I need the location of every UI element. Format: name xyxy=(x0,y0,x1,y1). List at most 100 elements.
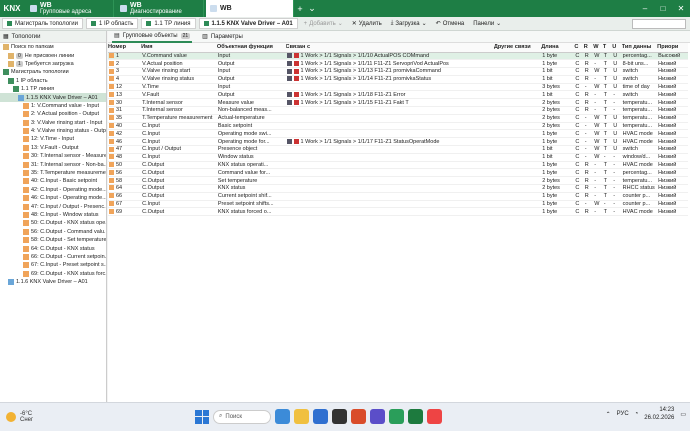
tree-item[interactable]: 1 Требуется загрузка xyxy=(0,60,106,68)
tree-item[interactable]: 1.1.6 KNX Valve Driver – A01 xyxy=(0,278,106,286)
breadcrumb-topology[interactable]: Магистраль топологии xyxy=(2,18,83,29)
app-icon-5[interactable] xyxy=(370,409,385,424)
maximize-icon[interactable]: □ xyxy=(654,0,672,17)
wifi-icon[interactable]: ◔ xyxy=(635,411,639,417)
table-row[interactable]: 66 C.Output Current setpoint shif... 1 byte… xyxy=(108,192,688,201)
breadcrumb-device[interactable]: 1.1.5 KNX Valve Driver – A01 xyxy=(198,18,298,29)
column-header[interactable]: Длина xyxy=(541,43,575,53)
tab-diagnostics[interactable]: WB Диагностирование xyxy=(116,0,204,17)
tree-item[interactable]: 47: C.Input / Output - Presenc... xyxy=(0,202,106,210)
tree-item[interactable]: 50: C.Output - KNX status ope... xyxy=(0,219,106,227)
table-row[interactable]: 64 C.Output KNX status 2 bytes C R - T - RHCC sta… xyxy=(108,184,688,193)
new-tab-icon[interactable]: + xyxy=(294,0,306,17)
column-header[interactable]: Другие связи xyxy=(493,43,542,53)
close-icon[interactable]: ✕ xyxy=(672,0,690,17)
tree-item[interactable]: 56: C.Output - Command valu... xyxy=(0,228,106,236)
tree-item[interactable]: 64: C.Output - KNX status xyxy=(0,244,106,252)
tree-item[interactable]: 69: C.Output - KNX status forc... xyxy=(0,270,106,278)
tree-item[interactable]: 67: C.Input - Preset setpoint s... xyxy=(0,261,106,269)
breadcrumb-line[interactable]: 1.1 ТР линия xyxy=(141,18,196,29)
column-header[interactable]: Объектная функция xyxy=(216,43,286,53)
column-header[interactable]: Тип данны xyxy=(621,43,658,53)
table-row[interactable]: 47 C.Input / Output Presence object 1 bit C -… xyxy=(108,145,688,154)
app-icon-4[interactable] xyxy=(351,409,366,424)
table-row[interactable]: 35 T.Temperature measurement Actual-temper… xyxy=(108,114,688,123)
chevron-up-icon[interactable]: ⌃ xyxy=(606,411,611,418)
column-header[interactable]: T xyxy=(602,43,613,53)
table-row[interactable]: 50 C.Output KNX status operati... 1 byte C R -… xyxy=(108,161,688,170)
tree-item[interactable]: 31: T.Internal sensor - Non-ba... xyxy=(0,160,106,168)
tree-item[interactable]: 0 Не присвоен линии xyxy=(0,51,106,59)
tree-item[interactable]: Поиск по папкам xyxy=(0,43,106,51)
app-icon-1[interactable] xyxy=(275,409,290,424)
tree-item[interactable]: 1.1 ТР линия xyxy=(0,85,106,93)
tree-item[interactable]: 66: C.Output - Current setpoin... xyxy=(0,253,106,261)
chevron-down-icon[interactable]: ⌄ xyxy=(306,0,318,17)
app-icon-2[interactable] xyxy=(313,409,328,424)
table-row[interactable]: 31 T.Internal sensor Non-balanced meas... 2… xyxy=(108,106,688,115)
taskbar-search[interactable]: ⌕ Поиск xyxy=(213,409,271,424)
column-header[interactable]: W xyxy=(593,43,603,53)
table-row[interactable]: 48 C.Input Window status 1 bit C - W - - window/d… xyxy=(108,153,688,162)
table-row[interactable]: 12 V.Time Input 3 bytes C - W T Utime of day Низк… xyxy=(108,83,688,92)
tree-item[interactable]: 13: V.Fault - Output xyxy=(0,144,106,152)
add-button[interactable]: + Добавить ⌄ xyxy=(301,20,346,28)
tree-item[interactable]: 2: V.Actual position - Output xyxy=(0,110,106,118)
column-header[interactable]: Связан с xyxy=(285,43,494,53)
column-header[interactable]: Номер xyxy=(108,43,142,53)
clock[interactable]: 14:23 26.02.2026 xyxy=(644,406,674,422)
table-row[interactable]: 56 C.Output Command value for... 1 byte C R - T… xyxy=(108,168,688,178)
table-row[interactable]: 2 V.Actual position Output 1 Work > 1/1 Sig… xyxy=(108,59,688,69)
delete-button[interactable]: ✕ Удалить xyxy=(349,20,385,28)
tree-item[interactable]: 3: V.Valve rinsing start - Input xyxy=(0,119,106,127)
tree-item[interactable]: 42: C.Input - Operating mode... xyxy=(0,186,106,194)
app-icon-6[interactable] xyxy=(389,409,404,424)
knx-app-icon[interactable] xyxy=(408,409,423,424)
explorer-icon[interactable] xyxy=(294,409,309,424)
tree-item[interactable]: 58: C.Output - Set temperature xyxy=(0,236,106,244)
weather-widget[interactable]: -6°C Снег xyxy=(0,411,33,423)
tab-group-objects[interactable]: ▤ Групповые объекты 21 xyxy=(112,31,193,43)
app-icon-7[interactable] xyxy=(427,409,442,424)
column-header[interactable]: Имя xyxy=(141,43,217,53)
table-row[interactable]: 30 T.Internal sensor Measure value 1 Work >… xyxy=(108,98,688,108)
tab-parameters[interactable]: ▥ Параметры xyxy=(200,31,245,43)
breadcrumb-area[interactable]: 1 IP область xyxy=(85,18,139,29)
table-row[interactable]: 42 C.Input Operating mode swi... 1 byte C - W T… xyxy=(108,129,688,139)
start-button[interactable] xyxy=(195,409,209,424)
table-row[interactable]: 58 C.Output Set temperature 2 bytes C R - T - tem… xyxy=(108,176,688,186)
table-row[interactable]: 69 C.Output KNX status forced o... 1 byte C R… xyxy=(108,207,688,217)
tree-item[interactable]: 1: V.Command value - Input xyxy=(0,102,106,110)
table-row[interactable]: 67 C.Input Preset setpoint shifts... 1 byte… xyxy=(108,200,688,209)
table-row[interactable]: 1 V.Command value Input 1 Work > 1/1 Signal… xyxy=(108,52,688,61)
table-row[interactable]: 13 V.Fault Output 1 Work > 1/1 Signals > 1/… xyxy=(108,90,688,100)
lang-indicator[interactable]: РУС xyxy=(617,411,629,417)
column-header[interactable]: R xyxy=(583,43,594,53)
tab-topology[interactable]: WB xyxy=(206,0,294,17)
table-row[interactable]: 3 V.Valve rinsing start Input 1 Work > 1/1 … xyxy=(108,67,688,76)
tree-item[interactable]: 4: V.Valve rinsing status - Output xyxy=(0,127,106,135)
minimize-icon[interactable]: – xyxy=(636,0,654,17)
tree-item[interactable]: 35: T.Temperature measureme... xyxy=(0,169,106,177)
undo-button[interactable]: ↶ Отмена xyxy=(433,20,468,28)
app-icon-3[interactable] xyxy=(332,409,347,424)
tree-item[interactable]: 46: C.Input - Operating mode... xyxy=(0,194,106,202)
tree-item[interactable]: 1.1.5 KNX Valve Driver – A01 xyxy=(0,93,106,102)
load-button[interactable]: ⤓ Загрузка ⌄ xyxy=(388,20,430,27)
tab-group-addresses[interactable]: WB Групповые адреса xyxy=(26,0,114,17)
table-row[interactable]: 4 V.Valve rinsing status Output 1 Work > 1/… xyxy=(108,75,688,84)
tree-item[interactable]: 40: C.Input - Basic setpoint xyxy=(0,177,106,185)
tree-item[interactable]: 12: V.Time - Input xyxy=(0,135,106,143)
column-header[interactable]: Приори xyxy=(657,43,688,53)
column-header[interactable]: U xyxy=(612,43,622,53)
search-input[interactable] xyxy=(632,18,686,29)
table-row[interactable]: 46 C.Input Operating mode for... 1 Work > 1… xyxy=(108,137,688,147)
tree-item[interactable]: 1 IP область xyxy=(0,77,106,85)
table-row[interactable]: 40 C.Input Basic setpoint 2 bytes C - W T Utempe… xyxy=(108,122,688,131)
tree-item[interactable]: 48: C.Input - Window status xyxy=(0,211,106,219)
column-header[interactable]: C xyxy=(574,43,584,53)
panels-button[interactable]: Панели ⌄ xyxy=(470,20,504,28)
tree-item[interactable]: Магистраль топологии xyxy=(0,68,106,76)
notification-icon[interactable]: ▭ xyxy=(680,411,686,418)
tree-item[interactable]: 30: T.Internal sensor - Measure xyxy=(0,152,106,160)
